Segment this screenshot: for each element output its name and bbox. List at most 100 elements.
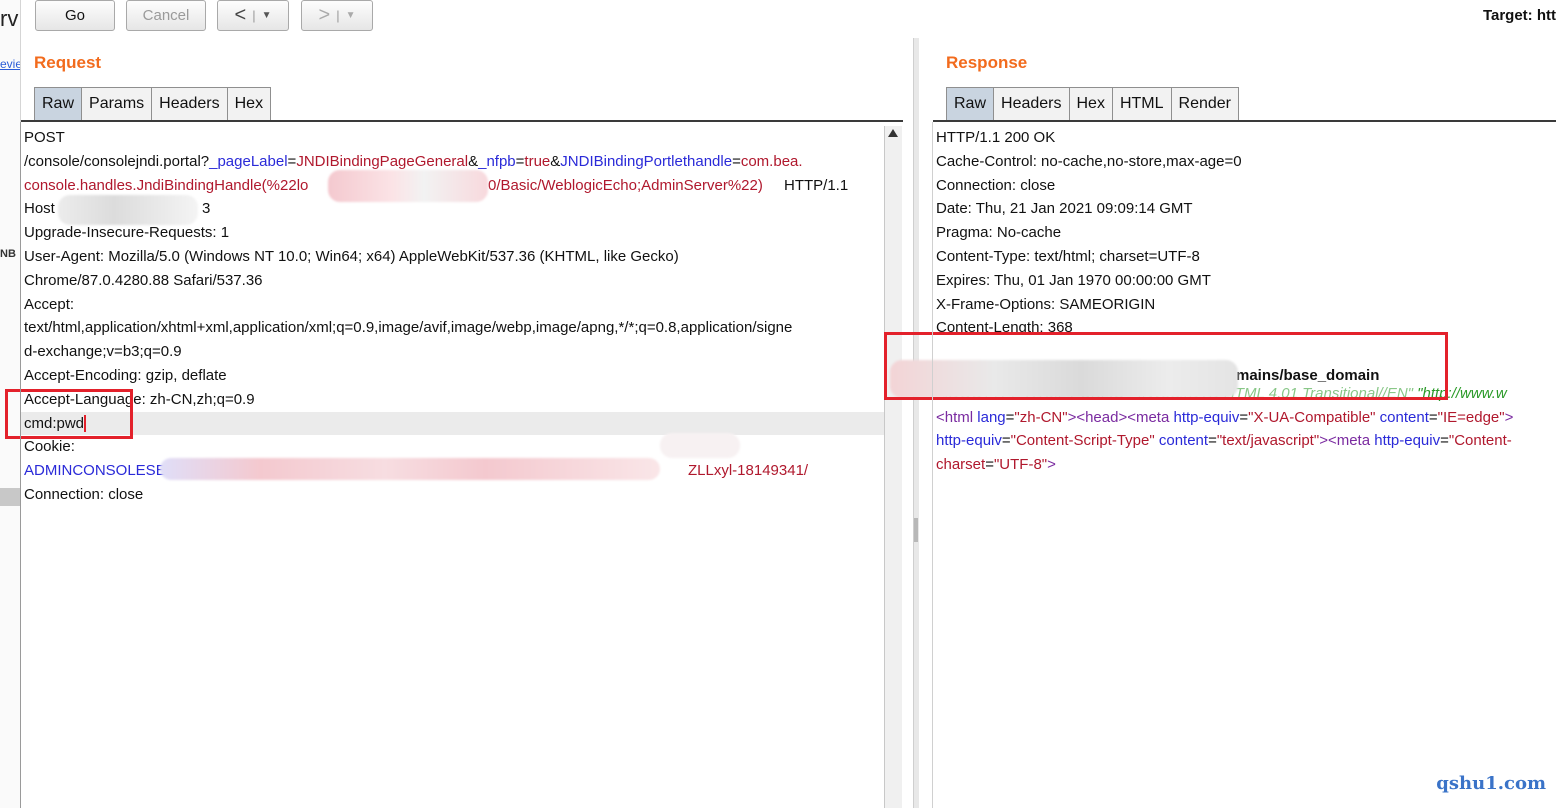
- request-line: Accept-Encoding: gzip, deflate: [24, 366, 227, 384]
- response-tab-html[interactable]: HTML: [1111, 87, 1172, 120]
- html-eq: =: [1440, 432, 1449, 450]
- html-attr-value: "IE=edge": [1437, 408, 1505, 426]
- html-tag: >: [1047, 456, 1056, 474]
- back-arrow-icon: <: [234, 4, 247, 26]
- html-attr: http-equiv: [936, 432, 1002, 450]
- html-tag: ><head><meta: [1067, 408, 1170, 426]
- cancel-button[interactable]: Cancel: [126, 0, 206, 31]
- left-strip-fragment-2[interactable]: evie: [0, 57, 20, 71]
- go-label: Go: [64, 7, 85, 24]
- left-strip-fragment-1: rv: [0, 6, 19, 31]
- watermark: qshu1.com: [1436, 773, 1546, 794]
- forward-button[interactable]: > | ▼: [301, 0, 373, 31]
- request-tab-params[interactable]: Params: [81, 87, 153, 120]
- response-tab-headers[interactable]: Headers: [993, 87, 1070, 120]
- scroll-up-icon[interactable]: [888, 129, 898, 137]
- html-attr: content: [1154, 432, 1209, 450]
- highlight-box-cmd: [5, 389, 133, 439]
- request-line: d-exchange;v=b3;q=0.9: [24, 343, 182, 361]
- response-tab-underline: [933, 120, 1556, 122]
- html-eq: =: [985, 456, 994, 474]
- request-path: /console/consolejndi.portal?: [24, 152, 210, 170]
- request-tab-underline: [21, 120, 903, 122]
- html-eq: =: [1428, 408, 1438, 426]
- html-attr-value: "UTF-8": [993, 456, 1048, 474]
- html-attr-value: "Content-Script-Type": [1010, 432, 1155, 450]
- param-value: console.handles.JndiBindingHandle(%22lo: [24, 176, 309, 194]
- request-line: User-Agent: Mozilla/5.0 (Windows NT 10.0…: [24, 247, 679, 265]
- response-line: Content-Type: text/html; charset=UTF-8: [936, 247, 1200, 265]
- param-eq: =: [732, 152, 741, 170]
- response-line: <html lang = "zh-CN"><head><meta http-equi…: [936, 406, 1556, 430]
- html-attr-value: "Content-: [1448, 432, 1512, 450]
- target-label: Target: htt: [1482, 7, 1556, 24]
- html-attr-value: "text/javascript": [1216, 432, 1320, 450]
- response-line: Connection: close: [936, 176, 1056, 194]
- response-line: X-Frame-Options: SAMEORIGIN: [936, 295, 1156, 313]
- response-line: Cache-Control: no-cache,no-store,max-age…: [936, 152, 1242, 170]
- back-dropdown-icon[interactable]: ▼: [262, 10, 272, 21]
- pane-splitter[interactable]: [913, 38, 919, 808]
- response-tab-raw[interactable]: Raw: [946, 87, 995, 120]
- cookie-value: ZLLxyl-18149341/: [688, 462, 809, 480]
- response-title: Response: [946, 53, 1028, 72]
- request-line: Accept-Language: zh-CN,zh;q=0.9: [24, 390, 255, 408]
- html-attr: http-equiv: [1169, 408, 1240, 426]
- request-title: Request: [34, 53, 102, 72]
- request-tab-headers[interactable]: Headers: [151, 87, 228, 120]
- forward-dropdown-icon[interactable]: ▼: [346, 10, 356, 21]
- redaction-blur: [328, 170, 488, 202]
- request-line: Accept:: [24, 295, 75, 313]
- request-line: POST: [24, 129, 65, 146]
- param-name: _nfpb: [478, 152, 516, 170]
- param-value: JNDIBindingPageGeneral: [296, 152, 469, 170]
- response-line: HTTP/1.1 200 OK: [936, 129, 1056, 146]
- response-line: charset="UTF-8">: [936, 453, 1556, 477]
- response-tabs: Raw Headers Hex HTML Render: [946, 87, 1239, 120]
- request-tab-raw[interactable]: Raw: [34, 87, 83, 120]
- request-protocol: HTTP/1.1: [784, 176, 849, 194]
- response-editor-border: [932, 122, 933, 808]
- param-amp: &: [550, 152, 561, 170]
- host-label: Host: [24, 200, 55, 218]
- request-tabs: Raw Params Headers Hex: [34, 87, 272, 120]
- request-line: text/html,application/xhtml+xml,applicat…: [24, 319, 793, 337]
- redaction-blur: [660, 433, 740, 458]
- html-tag: ><meta: [1319, 432, 1371, 450]
- html-eq: =: [1001, 432, 1011, 450]
- response-line: Pragma: No-cache: [936, 224, 1062, 242]
- back-button[interactable]: < | ▼: [217, 0, 289, 31]
- response-line: Date: Thu, 21 Jan 2021 09:09:14 GMT: [936, 200, 1193, 218]
- html-attr: charset: [936, 456, 986, 474]
- param-value: 0/Basic/WeblogicEcho;AdminServer%22): [488, 176, 763, 194]
- forward-arrow-icon: >: [318, 4, 331, 26]
- html-eq: =: [1239, 408, 1249, 426]
- request-editor-border: [20, 122, 21, 808]
- redaction-blur: [160, 458, 660, 480]
- response-line: http-equiv="Content-Script-Type" content…: [936, 429, 1556, 453]
- request-line: Cookie:: [24, 438, 75, 456]
- request-tab-hex[interactable]: Hex: [226, 87, 272, 120]
- request-line: Chrome/87.0.4280.88 Safari/537.36: [24, 271, 263, 289]
- go-button[interactable]: Go: [35, 0, 115, 31]
- response-tab-render[interactable]: Render: [1170, 87, 1239, 120]
- param-eq: =: [287, 152, 297, 170]
- request-line: Connection: close: [24, 485, 144, 503]
- html-attr: lang: [973, 408, 1006, 426]
- request-line-cmd: cmd:pwd: [21, 411, 884, 436]
- response-editor[interactable]: HTTP/1.1 200 OK Cache-Control: no-cache,…: [936, 126, 1556, 477]
- response-tab-hex[interactable]: Hex: [1068, 87, 1113, 120]
- left-strip-fragment-3: NB: [0, 248, 16, 260]
- request-scrollbar[interactable]: [884, 126, 902, 808]
- host-suffix: 3: [202, 200, 211, 218]
- response-line: Expires: Thu, 01 Jan 1970 00:00:00 GMT: [936, 271, 1211, 289]
- html-attr: http-equiv: [1370, 432, 1441, 450]
- param-name: _pageLabel: [209, 152, 288, 170]
- param-name: JNDIBindingPortlethandle: [560, 152, 733, 170]
- html-eq: =: [1208, 432, 1217, 450]
- redaction-blur: [58, 195, 198, 225]
- splitter-handle[interactable]: [914, 518, 918, 542]
- html-attr-value: "X-UA-Compatible": [1248, 408, 1376, 426]
- html-attr: content: [1375, 408, 1429, 426]
- param-value: true: [524, 152, 551, 170]
